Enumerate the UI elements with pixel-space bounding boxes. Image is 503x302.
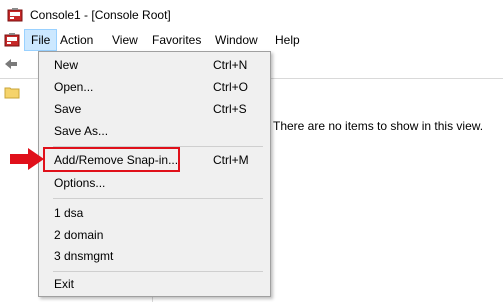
menu-item-label: Options... [54,176,106,190]
menu-item-shortcut: Ctrl+N [213,58,248,72]
menu-action[interactable]: Action [54,29,99,51]
folder-icon[interactable] [4,85,20,99]
menu-separator [53,198,263,199]
menu-separator [53,271,263,272]
system-menu-icon[interactable] [4,32,20,48]
menu-item-save-as[interactable]: Save As... [39,120,270,142]
menu-item-shortcut: Ctrl+M [213,153,249,167]
menu-file[interactable]: File [24,29,58,51]
menu-item-open[interactable]: Open... Ctrl+O [39,76,270,98]
menu-item-options[interactable]: Options... [39,172,270,194]
title-bar: Console1 - [Console Root] [0,0,503,29]
menu-item-recent-3[interactable]: 3 dnsmgmt [39,245,270,267]
file-menu-dropdown: New Ctrl+N Open... Ctrl+O Save Ctrl+S Sa… [38,51,271,297]
menu-item-label: Open... [54,80,94,94]
back-arrow-icon[interactable] [4,57,18,71]
red-arrow-icon [10,148,44,170]
menu-item-label: 1 dsa [54,206,84,220]
menu-window[interactable]: Window [209,29,264,51]
empty-view-message: There are no items to show in this view. [273,119,484,133]
menu-item-label: Save [54,102,82,116]
mmc-app-icon [7,8,23,22]
menu-item-label: Exit [54,277,75,291]
menu-help[interactable]: Help [269,29,306,51]
menu-item-shortcut: Ctrl+S [213,102,247,116]
menu-item-save[interactable]: Save Ctrl+S [39,98,270,120]
menu-item-label: 3 dnsmgmt [54,249,114,263]
menu-item-label: New [54,58,79,72]
menu-bar: File Action View Favorites Window Help [0,29,503,51]
menu-item-recent-1[interactable]: 1 dsa [39,202,270,224]
window-title: Console1 - [Console Root] [30,8,171,22]
menu-item-label: 2 domain [54,228,104,242]
menu-item-new[interactable]: New Ctrl+N [39,54,270,76]
menu-item-shortcut: Ctrl+O [213,80,249,94]
menu-view[interactable]: View [106,29,144,51]
menu-item-label: Save As... [54,124,109,138]
menu-favorites[interactable]: Favorites [146,29,207,51]
highlight-box [43,147,180,172]
menu-item-exit[interactable]: Exit [39,273,270,295]
menu-item-recent-2[interactable]: 2 domain [39,224,270,246]
